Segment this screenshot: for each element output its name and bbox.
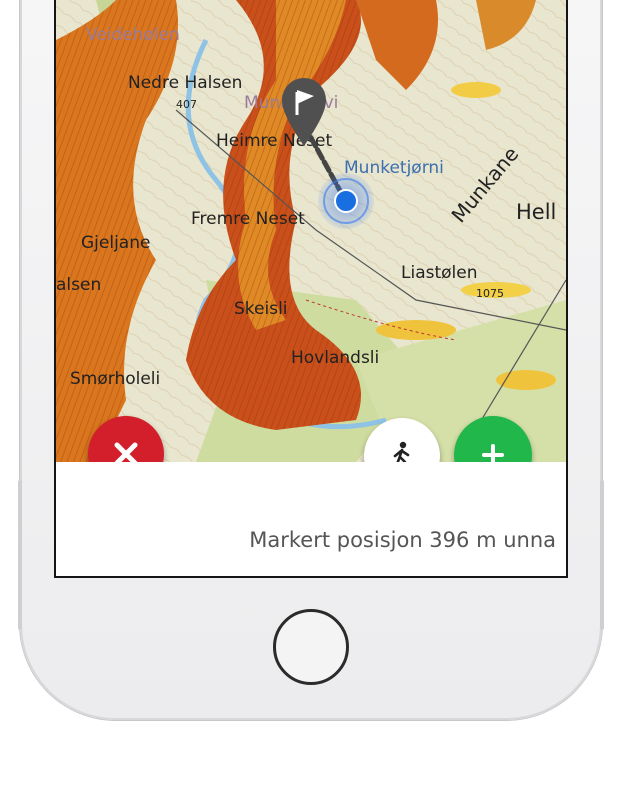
home-button[interactable] (273, 609, 349, 685)
side-button (600, 480, 604, 630)
map-label-munketjorni: Munketjørni (344, 158, 444, 178)
map-label-elevation: 1075 (476, 287, 504, 300)
map-label-gjeljane: Gjeljane (81, 233, 150, 253)
map-label-smorholeli: Smørholeli (70, 369, 160, 389)
map-label-liastolen: Liastølen (401, 263, 478, 283)
map-label-hell: Hell (516, 200, 556, 224)
current-location-icon[interactable] (318, 173, 374, 229)
bottom-sheet: Markert posisjon 396 m unna (56, 462, 566, 576)
map-label-hovlandsli: Hovlandsli (291, 348, 379, 368)
distance-status-text: Markert posisjon 396 m unna (249, 528, 556, 552)
map-label-nedre-halsen: Nedre Halsen (128, 73, 242, 93)
map-label-fremre-neset: Fremre Neset (191, 209, 305, 229)
side-button (18, 480, 22, 630)
topographic-map[interactable]: Veidehølen Nedre Halsen 407 Munketrovi H… (56, 0, 566, 462)
app-screen: Veidehølen Nedre Halsen 407 Munketrovi H… (54, 0, 568, 578)
map-label-veidehølen: Veidehølen (86, 25, 180, 45)
map-label-elevation: 407 (176, 98, 197, 111)
map-label-skeisli: Skeisli (234, 299, 288, 319)
map-label-alsen: alsen (56, 275, 101, 295)
